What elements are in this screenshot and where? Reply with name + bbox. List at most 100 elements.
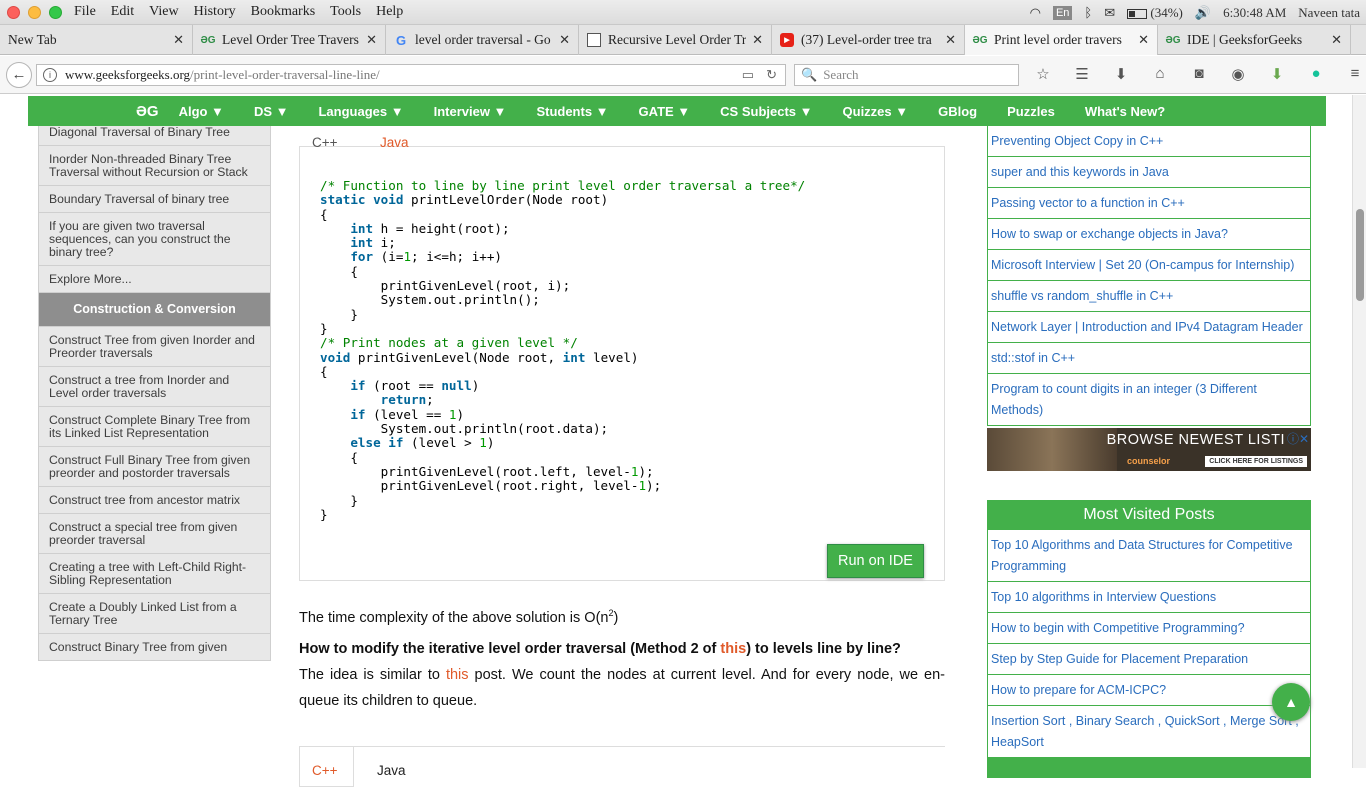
most-visited-link[interactable]: Top 10 algorithms in Interview Questions — [987, 582, 1311, 613]
ad-close-icon[interactable]: ⓘ✕ — [1287, 430, 1309, 447]
nav-item-1[interactable]: DS ▼ — [254, 104, 289, 119]
maximize-window-button[interactable] — [49, 5, 62, 19]
menu-edit[interactable]: Edit — [111, 4, 134, 20]
recent-post-link[interactable]: Program to count digits in an integer (3… — [987, 374, 1311, 426]
nav-item-5[interactable]: GATE ▼ — [639, 104, 691, 119]
browser-tab-4[interactable]: ▶ (37) Level-order tree tra ✕ — [772, 25, 965, 55]
user-name[interactable]: Naveen tata — [1298, 5, 1360, 21]
nav-item-4[interactable]: Students ▼ — [536, 104, 608, 119]
sidebar-link[interactable]: Construct Tree from given Inorder and Pr… — [38, 327, 271, 367]
bluetooth-icon[interactable]: ᛒ — [1084, 5, 1092, 21]
sidebar-link[interactable]: Construct tree from ancestor matrix — [38, 487, 271, 514]
minimize-window-button[interactable] — [28, 5, 41, 19]
screenshot-icon[interactable]: ◉ — [1227, 65, 1249, 83]
ad-cta[interactable]: CLICK HERE FOR LISTINGS — [1205, 456, 1307, 467]
browser-tab-5[interactable]: ƏG Print level order travers ✕ — [965, 25, 1158, 55]
advertisement-banner[interactable]: counselor BROWSE NEWEST LISTI CLICK HERE… — [987, 428, 1311, 471]
similar-post-link[interactable]: this — [446, 667, 469, 683]
browser-tab-0[interactable]: New Tab ✕ — [0, 25, 193, 55]
browser-tab-2[interactable]: Glevel order traversal - Go ✕ — [386, 25, 579, 55]
pocket-icon[interactable]: ◙ — [1188, 65, 1210, 83]
browser-tab-3[interactable]: Recursive Level Order Tr ✕ — [579, 25, 772, 55]
tab-java-2[interactable]: Java — [377, 763, 406, 778]
most-visited-link[interactable]: Insertion Sort , Binary Search , QuickSo… — [987, 706, 1311, 758]
wifi-icon[interactable]: ◠ — [1030, 5, 1041, 21]
scrollbar-thumb[interactable] — [1356, 209, 1364, 301]
reading-list-icon[interactable]: ☰ — [1071, 65, 1093, 83]
method-2-link[interactable]: this — [720, 641, 746, 657]
sidebar-link[interactable]: Construct Binary Tree from given — [38, 634, 271, 661]
nav-item-6[interactable]: CS Subjects ▼ — [720, 104, 812, 119]
recent-post-link[interactable]: How to swap or exchange objects in Java? — [987, 219, 1311, 250]
sidebar-link[interactable]: Explore More... — [38, 266, 271, 293]
recent-post-link[interactable]: std::stof in C++ — [987, 343, 1311, 374]
search-input[interactable]: 🔍 Search — [794, 64, 1019, 86]
most-visited-link[interactable]: Step by Step Guide for Placement Prepara… — [987, 644, 1311, 675]
tab-close-icon[interactable]: ✕ — [1138, 32, 1149, 48]
run-on-ide-button[interactable]: Run on IDE — [827, 544, 924, 578]
sidebar-link[interactable]: Inorder Non-threaded Binary Tree Travers… — [38, 146, 271, 186]
reader-view-icon[interactable]: ▭ — [742, 67, 754, 83]
reload-icon[interactable]: ↻ — [766, 67, 777, 83]
home-icon[interactable]: ⌂ — [1149, 65, 1171, 83]
gfg-logo[interactable]: ƏG — [136, 103, 159, 120]
sidebar-link[interactable]: Diagonal Traversal of Binary Tree — [38, 126, 271, 146]
volume-icon[interactable]: 🔊 — [1195, 5, 1211, 21]
close-window-button[interactable] — [7, 5, 20, 19]
address-bar[interactable]: i www.geeksforgeeks.org/print-level-orde… — [36, 64, 786, 86]
scroll-to-top-button[interactable]: ▲ — [1272, 683, 1310, 721]
site-info-icon[interactable]: i — [43, 68, 57, 82]
menu-bookmarks[interactable]: Bookmarks — [251, 4, 316, 20]
nav-item-10[interactable]: What's New? — [1085, 104, 1165, 119]
tab-close-icon[interactable]: ✕ — [945, 32, 956, 48]
most-visited-link[interactable]: How to prepare for ACM-ICPC? — [987, 675, 1311, 706]
back-button[interactable]: ← — [6, 62, 32, 88]
browser-tab-6[interactable]: ƏG IDE | GeeksforGeeks ✕ — [1158, 25, 1351, 55]
tab-close-icon[interactable]: ✕ — [173, 32, 184, 48]
sidebar-link[interactable]: Construct Complete Binary Tree from its … — [38, 407, 271, 447]
sidebar-link[interactable]: Construct a tree from Inorder and Level … — [38, 367, 271, 407]
sidebar-link[interactable]: Boundary Traversal of binary tree — [38, 186, 271, 213]
menu-view[interactable]: View — [149, 4, 178, 20]
input-language-indicator[interactable]: En — [1052, 5, 1073, 20]
nav-item-9[interactable]: Puzzles — [1007, 104, 1055, 119]
nav-item-8[interactable]: GBlog — [938, 104, 977, 119]
sidebar-link[interactable]: If you are given two traversal sequences… — [38, 213, 271, 266]
tab-close-icon[interactable]: ✕ — [752, 32, 763, 48]
page-scrollbar[interactable] — [1352, 95, 1366, 768]
recent-post-link[interactable]: Network Layer | Introduction and IPv4 Da… — [987, 312, 1311, 343]
menu-file[interactable]: File — [74, 4, 96, 20]
sidebar-link[interactable]: Creating a tree with Left-Child Right-Si… — [38, 554, 271, 594]
menu-history[interactable]: History — [194, 4, 236, 20]
tab-cpp[interactable]: C++ — [312, 135, 338, 150]
tab-close-icon[interactable]: ✕ — [366, 32, 377, 48]
browser-tab-1[interactable]: ƏG Level Order Tree Travers ✕ — [193, 25, 386, 55]
tab-cpp-2[interactable]: C++ — [299, 747, 354, 787]
recent-post-link[interactable]: shuffle vs random_shuffle in C++ — [987, 281, 1311, 312]
nav-item-0[interactable]: Algo ▼ — [179, 104, 224, 119]
tab-java[interactable]: Java — [380, 135, 409, 150]
recent-post-link[interactable]: Microsoft Interview | Set 20 (On-campus … — [987, 250, 1311, 281]
sidebar-link[interactable]: Create a Doubly Linked List from a Terna… — [38, 594, 271, 634]
grammarly-icon[interactable]: ● — [1305, 65, 1327, 83]
download-helper-icon[interactable]: ⬇ — [1266, 65, 1288, 83]
sidebar-link[interactable]: Construct a special tree from given preo… — [38, 514, 271, 554]
mail-icon[interactable]: ✉ — [1104, 5, 1115, 21]
bookmark-star-icon[interactable]: ☆ — [1032, 65, 1054, 83]
most-visited-link[interactable]: How to begin with Competitive Programmin… — [987, 613, 1311, 644]
recent-post-link[interactable]: Preventing Object Copy in C++ — [987, 126, 1311, 157]
battery-indicator[interactable]: (34%) — [1127, 5, 1183, 21]
menu-tools[interactable]: Tools — [330, 4, 361, 20]
tab-close-icon[interactable]: ✕ — [559, 32, 570, 48]
recent-post-link[interactable]: Passing vector to a function in C++ — [987, 188, 1311, 219]
most-visited-link[interactable]: Top 10 Algorithms and Data Structures fo… — [987, 530, 1311, 582]
menu-help[interactable]: Help — [376, 4, 403, 20]
tab-close-icon[interactable]: ✕ — [1331, 32, 1342, 48]
nav-item-3[interactable]: Interview ▼ — [434, 104, 507, 119]
sidebar-link[interactable]: Construct Full Binary Tree from given pr… — [38, 447, 271, 487]
menu-icon[interactable]: ≡ — [1344, 65, 1366, 83]
nav-item-2[interactable]: Languages ▼ — [318, 104, 403, 119]
recent-post-link[interactable]: super and this keywords in Java — [987, 157, 1311, 188]
clock[interactable]: 6:30:48 AM — [1223, 5, 1286, 21]
downloads-icon[interactable]: ⬇ — [1110, 65, 1132, 83]
